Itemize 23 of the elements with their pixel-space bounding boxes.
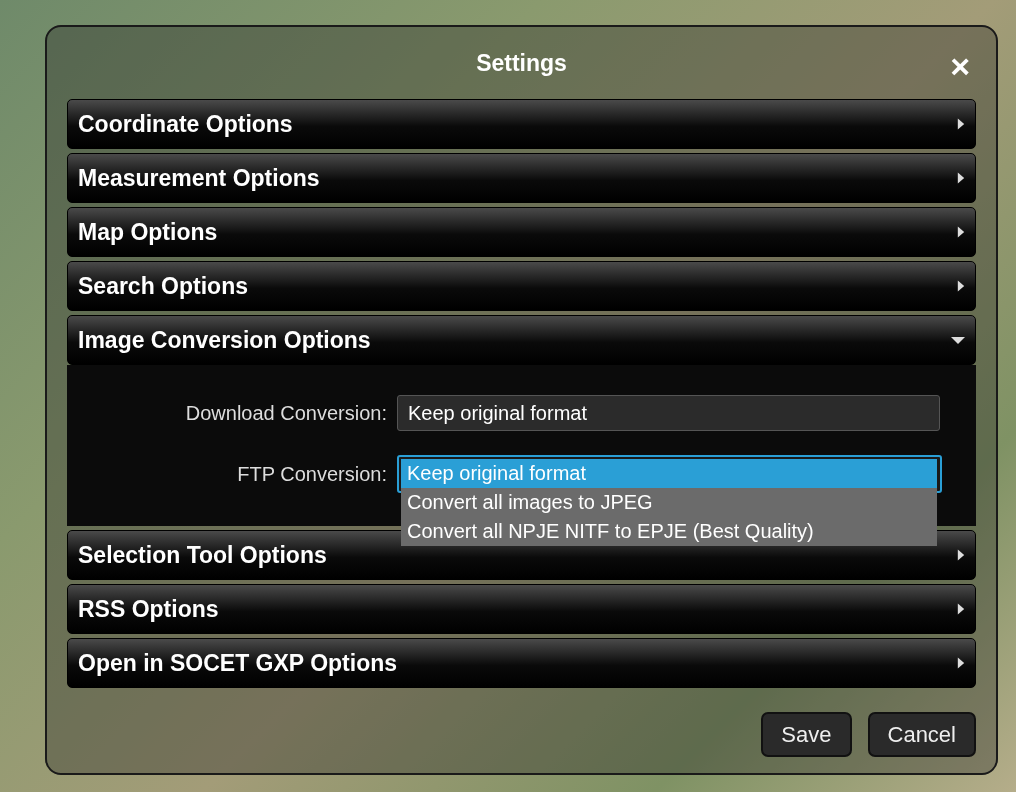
caret-right-icon [957, 549, 965, 561]
field-label: FTP Conversion: [236, 462, 388, 487]
cancel-button[interactable]: Cancel [867, 712, 976, 757]
section-header[interactable]: Map Options [67, 207, 976, 257]
section-header[interactable]: Image Conversion Options [67, 315, 976, 365]
field-label: Download Conversion: [184, 401, 388, 426]
section-header[interactable]: Open in SOCET GXP Options [67, 638, 976, 688]
close-button[interactable]: × [950, 49, 970, 83]
section-header[interactable]: Coordinate Options [67, 99, 976, 149]
save-button[interactable]: Save [761, 712, 852, 757]
caret-down-icon [951, 335, 965, 345]
caret-right-icon [957, 226, 965, 238]
caret-right-icon [957, 603, 965, 615]
caret-right-icon [957, 657, 965, 669]
caret-right-icon [957, 280, 965, 292]
caret-right-icon [957, 118, 965, 130]
section-header[interactable]: Measurement Options [67, 153, 976, 203]
dropdown-option[interactable]: Convert all images to JPEG [401, 488, 937, 517]
caret-right-icon [957, 172, 965, 184]
dropdown-field[interactable]: Keep original format [397, 395, 940, 431]
dialog-title: Settings [476, 48, 567, 78]
section-header[interactable]: RSS Options [67, 584, 976, 634]
section-header[interactable]: Search Options [67, 261, 976, 311]
